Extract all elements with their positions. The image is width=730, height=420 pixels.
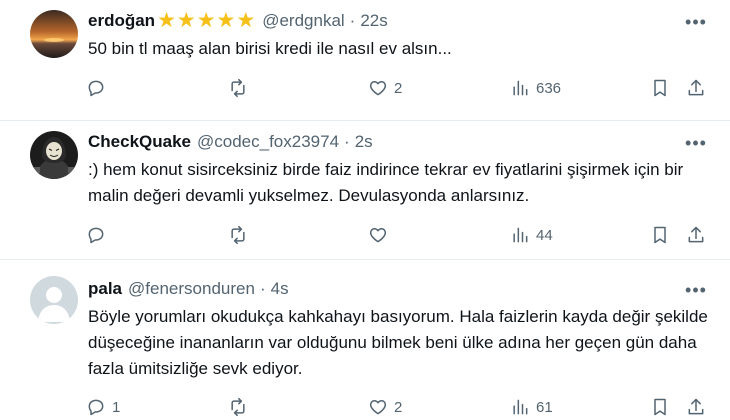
- bookmark-icon: [654, 79, 666, 97]
- view-count: 44: [536, 226, 553, 244]
- retweet-button[interactable]: [228, 76, 254, 100]
- view-count: 636: [536, 79, 562, 97]
- tweet[interactable]: pala @fenersonduren · 4s ••• Böyle yorum…: [0, 260, 730, 420]
- bookmark-button[interactable]: [650, 395, 670, 419]
- sunset-avatar-icon: [30, 10, 78, 58]
- separator-dot: ·: [349, 11, 356, 30]
- separator-dot: ·: [259, 279, 266, 298]
- like-button[interactable]: 2: [368, 395, 402, 419]
- share-icon: [688, 226, 704, 243]
- bookmark-icon: [654, 398, 666, 416]
- share-button[interactable]: [686, 395, 706, 419]
- like-count: 2: [394, 398, 403, 416]
- separator-dot: ·: [344, 132, 350, 151]
- timestamp[interactable]: 2s: [355, 131, 373, 153]
- star-icon: ★: [196, 9, 216, 32]
- reply-icon: [88, 227, 104, 244]
- star-icon: ★: [176, 9, 196, 32]
- display-name[interactable]: pala: [88, 278, 122, 300]
- retweet-icon: [231, 78, 245, 98]
- views-chart-icon: [513, 80, 528, 96]
- reply-count: 1: [112, 398, 121, 416]
- star-icon: ★: [236, 9, 256, 32]
- hacker-mask-avatar-icon: [30, 131, 78, 179]
- views-chart-icon: [513, 227, 528, 243]
- user-handle[interactable]: @erdgnkal: [262, 10, 344, 32]
- tweet[interactable]: CheckQuake @codec_fox23974 · 2s ••• :) h…: [0, 121, 730, 260]
- avatar[interactable]: [30, 10, 78, 58]
- heart-icon: [369, 81, 387, 96]
- tweet-text: :) hem konut sisirceksiniz birde faiz in…: [88, 160, 684, 205]
- reply-button[interactable]: [86, 223, 112, 247]
- bookmark-icon: [654, 226, 666, 244]
- tweet-text: 50 bin tl maaş alan birisi kredi ile nas…: [88, 39, 452, 58]
- view-count: 61: [536, 398, 553, 416]
- avatar[interactable]: [30, 276, 78, 324]
- display-name[interactable]: CheckQuake: [88, 131, 191, 153]
- views-button[interactable]: 636: [510, 76, 561, 100]
- share-icon: [688, 398, 704, 415]
- retweet-button[interactable]: [228, 395, 254, 419]
- user-handle[interactable]: @codec_fox23974: [197, 131, 339, 153]
- bookmark-button[interactable]: [650, 223, 670, 247]
- timestamp[interactable]: 4s: [271, 278, 289, 300]
- like-button[interactable]: 2: [368, 76, 402, 100]
- share-icon: [688, 79, 704, 96]
- views-button[interactable]: 44: [510, 223, 553, 247]
- retweet-icon: [231, 397, 245, 417]
- heart-icon: [369, 228, 387, 243]
- timestamp[interactable]: 22s: [360, 10, 387, 32]
- more-icon[interactable]: •••: [684, 133, 708, 153]
- like-count: 2: [394, 79, 403, 97]
- tweet[interactable]: erdoğan ★ ★ ★ ★ ★ @erdgnkal · 22s ••• 50…: [0, 0, 730, 121]
- star-icon: ★: [157, 9, 176, 32]
- default-user-avatar-icon: [30, 276, 78, 324]
- reply-button[interactable]: [86, 76, 112, 100]
- tweet-text: Böyle yorumları okudukça kahkahayı basıy…: [88, 307, 708, 378]
- avatar[interactable]: [30, 131, 78, 179]
- views-chart-icon: [513, 399, 528, 415]
- retweet-icon: [231, 225, 245, 245]
- rating-stars: ★ ★ ★ ★ ★: [157, 10, 256, 32]
- display-name[interactable]: erdoğan: [88, 10, 155, 32]
- star-icon: ★: [216, 9, 236, 32]
- like-button[interactable]: [368, 223, 394, 247]
- heart-icon: [369, 400, 387, 415]
- more-icon[interactable]: •••: [684, 12, 708, 32]
- reply-button[interactable]: 1: [86, 395, 120, 419]
- more-icon[interactable]: •••: [684, 280, 708, 300]
- bookmark-button[interactable]: [650, 76, 670, 100]
- views-button[interactable]: 61: [510, 395, 553, 419]
- reply-icon: [88, 399, 104, 416]
- share-button[interactable]: [686, 76, 706, 100]
- user-handle[interactable]: @fenersonduren: [128, 278, 255, 300]
- share-button[interactable]: [686, 223, 706, 247]
- reply-icon: [88, 80, 104, 97]
- retweet-button[interactable]: [228, 223, 254, 247]
